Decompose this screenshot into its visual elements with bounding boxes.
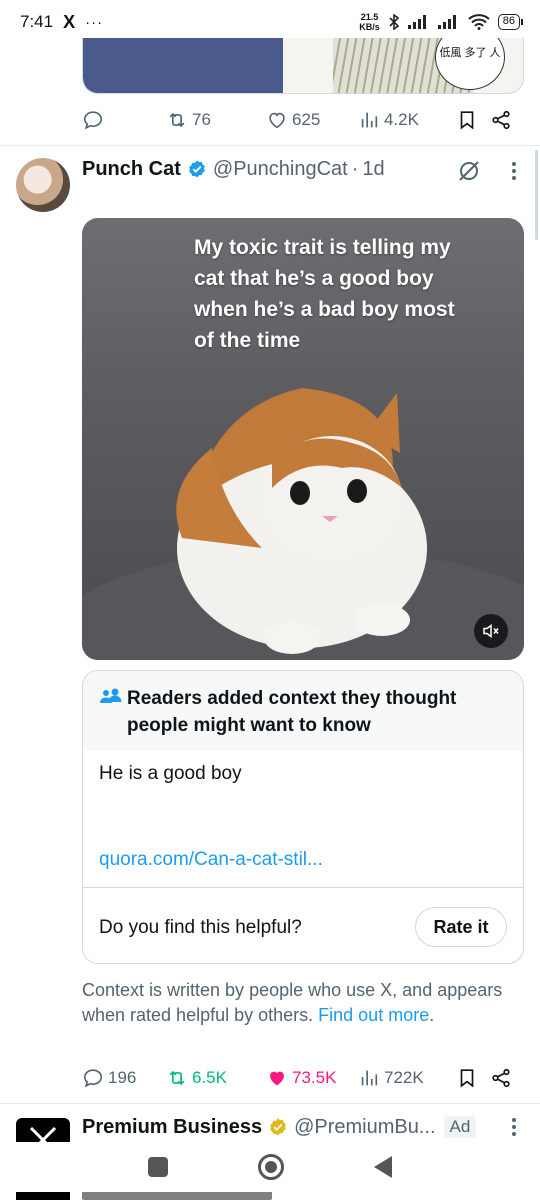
community-note[interactable]: Readers added context they thought peopl… <box>82 670 524 964</box>
notification-dots: ··· <box>85 13 104 31</box>
views-icon <box>361 112 378 128</box>
bookmark-button[interactable] <box>456 109 490 131</box>
note-source-link[interactable]: quora.com/Can-a-cat-stil... <box>99 849 323 871</box>
gold-verified-icon <box>270 1118 286 1136</box>
user-handle[interactable]: @PunchingCat <box>213 158 348 181</box>
bookmark-icon <box>460 111 474 130</box>
home-button[interactable] <box>258 1154 284 1180</box>
ad-badge: Ad <box>443 1116 477 1138</box>
like-count: 625 <box>292 110 321 129</box>
image-blue-shape <box>83 38 283 93</box>
repost-count: 6.5K <box>192 1068 227 1087</box>
note-text: He is a good boy <box>99 763 242 784</box>
share-icon <box>492 110 510 130</box>
network-speed: 21.5 KB/s <box>359 12 380 32</box>
repost-icon <box>169 1070 185 1086</box>
mute-icon <box>483 624 499 638</box>
header-separator: · <box>351 157 359 180</box>
view-count: 722K <box>384 1068 424 1087</box>
speed-unit: KB/s <box>359 22 380 32</box>
display-name[interactable]: Punch Cat <box>82 158 181 181</box>
rate-it-button[interactable]: Rate it <box>415 907 507 947</box>
find-out-more-link[interactable]: Find out more <box>318 1005 429 1025</box>
repost-button[interactable]: 6.5K <box>166 1067 266 1089</box>
view-count: 4.2K <box>384 110 419 129</box>
views-icon <box>361 1070 378 1086</box>
peek-avatar <box>16 1192 70 1200</box>
previous-tweet-image[interactable]: 低風 多了 人 <box>82 38 524 94</box>
reply-button[interactable]: 196 <box>82 1067 166 1089</box>
note-header: Readers added context they thought peopl… <box>83 671 523 751</box>
signal-icon <box>407 15 426 29</box>
note-divider <box>83 887 523 888</box>
heart-icon <box>270 1071 284 1086</box>
system-nav-bar <box>0 1142 540 1192</box>
avatar[interactable] <box>16 158 70 212</box>
scrollbar[interactable] <box>535 150 538 240</box>
repost-icon <box>169 112 185 128</box>
like-button[interactable]: 73.5K <box>266 1067 358 1089</box>
views-button[interactable]: 4.2K <box>358 109 456 131</box>
repost-button[interactable]: 76 <box>166 109 266 131</box>
heart-icon <box>269 112 285 129</box>
mute-button[interactable] <box>474 614 508 648</box>
context-info: Context is written by people who use X, … <box>82 978 522 1028</box>
recents-button[interactable] <box>148 1157 168 1177</box>
grok-icon[interactable] <box>456 158 482 184</box>
signal-icon-2 <box>437 15 456 29</box>
x-app-icon: X <box>63 11 76 32</box>
tweet-divider <box>0 1103 540 1104</box>
context-info-text: Context is written by people who use X, … <box>82 980 503 1025</box>
like-button[interactable]: 625 <box>266 109 358 131</box>
next-user-handle[interactable]: @PremiumBu... <box>294 1116 435 1139</box>
tweet-video[interactable]: My toxic trait is telling my cat that he… <box>82 218 524 660</box>
like-count: 73.5K <box>292 1068 337 1087</box>
speed-value: 21.5 <box>360 12 379 22</box>
share-icon <box>492 1068 510 1088</box>
reply-count: 196 <box>108 1068 137 1087</box>
comment-icon <box>83 1069 103 1088</box>
battery-indicator: 86 <box>497 14 524 30</box>
previous-tweet-actions: 76 625 4.2K <box>82 105 522 135</box>
next-display-name[interactable]: Premium Business <box>82 1116 262 1139</box>
verified-icon <box>189 160 205 178</box>
share-button[interactable] <box>490 1067 520 1089</box>
next-tweet-header: Premium Business @PremiumBu... Ad <box>82 1112 522 1142</box>
reply-button[interactable] <box>82 109 166 131</box>
comment-icon <box>83 111 103 130</box>
note-helpful-question: Do you find this helpful? <box>99 917 302 938</box>
share-button[interactable] <box>490 109 520 131</box>
more-icon[interactable] <box>504 1116 524 1138</box>
next-content-peek <box>0 1192 540 1200</box>
bookmark-icon <box>460 1069 474 1088</box>
tweet-actions: 196 6.5K 73.5K 722K <box>82 1063 522 1093</box>
tweet-time[interactable]: 1d <box>362 158 384 181</box>
note-title: Readers added context they thought peopl… <box>127 688 457 736</box>
cat-image <box>176 388 427 654</box>
wifi-icon <box>468 14 490 30</box>
people-icon <box>100 688 122 703</box>
repost-count: 76 <box>192 110 211 129</box>
status-time: 7:41 <box>20 12 54 31</box>
bluetooth-icon <box>389 14 399 30</box>
peek-text <box>82 1192 272 1200</box>
context-info-end: . <box>429 1005 435 1025</box>
tweet-divider <box>0 145 540 146</box>
more-icon[interactable] <box>504 160 524 182</box>
bookmark-button[interactable] <box>456 1067 490 1089</box>
views-button[interactable]: 722K <box>358 1067 456 1089</box>
media-caption: My toxic trait is telling my cat that he… <box>194 236 455 352</box>
back-button[interactable] <box>374 1156 392 1178</box>
